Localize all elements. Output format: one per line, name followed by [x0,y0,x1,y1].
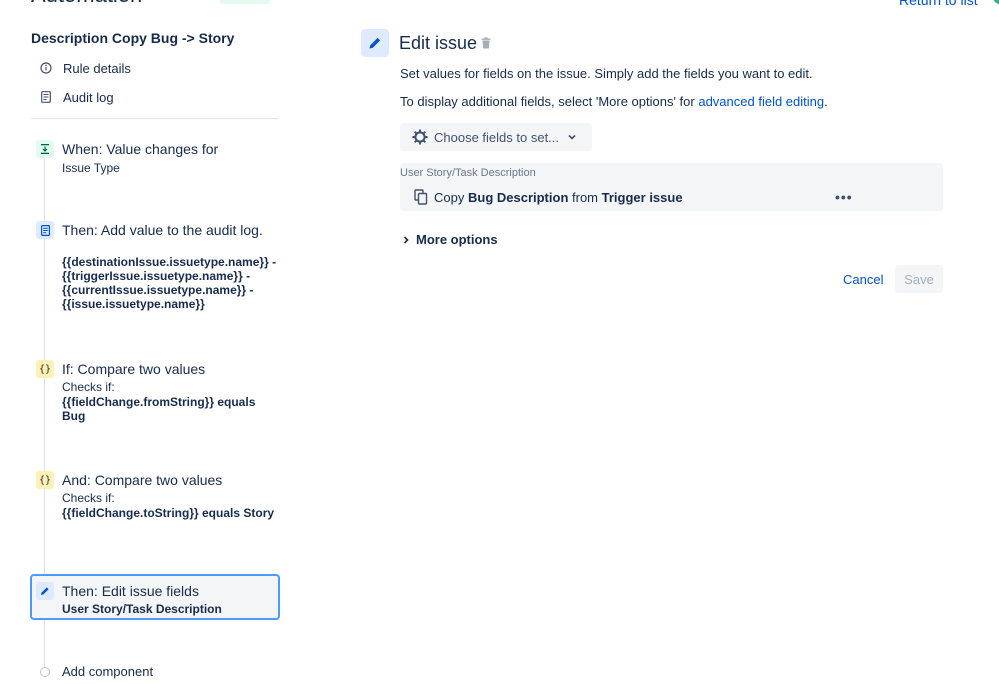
step-condition-from[interactable]: {} If: Compare two values Checks if: {{f… [31,360,280,424]
from-text: from [572,189,599,205]
braces-icon: {} [36,360,54,378]
advanced-suffix: . [824,94,828,109]
audit-log-label: Audit log [63,89,114,105]
step-audit-log[interactable]: Then: Add value to the audit log. {{dest… [31,221,280,313]
step-title: If: Compare two values [62,361,206,377]
step-title: When: Value changes for [62,141,219,157]
step-trigger[interactable]: When: Value changes for Issue Type [31,140,280,180]
rule-name: Description Copy Bug -> Story [31,30,235,46]
step-subtitle: Checks if: [62,380,115,394]
info-icon [40,62,52,74]
step-title: Then: Edit issue fields [62,583,199,599]
choose-fields-dropdown[interactable]: Choose fields to set... [400,123,592,151]
field-value: Copy Bug Description from Trigger issue [414,189,683,205]
trash-icon[interactable] [480,36,492,50]
step-subtitle: Checks if: [62,491,115,505]
step-value: {{fieldChange.fromString}} equals Bug [62,395,256,423]
more-options-toggle[interactable]: More options [402,232,498,247]
more-actions-icon[interactable]: ••• [835,189,853,205]
chevron-right-icon [402,235,410,245]
add-component-button[interactable]: Add component [40,664,153,679]
step-title: Then: Add value to the audit log. [62,222,263,238]
rule-details-link[interactable]: Rule details [40,58,131,78]
rule-details-label: Rule details [63,60,131,76]
step-subtitle: Issue Type [62,161,120,175]
copy-icon [414,189,428,205]
source-issue: Trigger issue [601,189,683,205]
pencil-icon [36,582,54,600]
panel-description-advanced: To display additional fields, select 'Mo… [400,94,828,109]
step-value: {{destinationIssue.issuetype.name}} - {{… [62,255,277,311]
advanced-prefix: To display additional fields, select 'Mo… [400,94,699,109]
add-component-label: Add component [62,664,154,679]
help-icon[interactable] [993,0,999,4]
braces-icon: {} [36,471,54,489]
audit-log-icon [36,221,54,239]
panel-description: Set values for fields on the issue. Simp… [400,66,813,81]
step-value: {{fieldChange.toString}} equals Story [62,506,275,520]
document-icon [40,91,52,103]
return-to-list-link[interactable]: Return to list [899,0,978,8]
step-condition-to[interactable]: {} And: Compare two values Checks if: {{… [31,471,280,535]
step-value: User Story/Task Description [62,602,222,616]
save-button[interactable]: Save [895,265,943,293]
field-label: User Story/Task Description [400,167,536,179]
chevron-down-icon [567,132,577,142]
audit-log-link[interactable]: Audit log [40,87,114,107]
more-options-label: More options [416,232,498,247]
status-badge [220,0,270,4]
add-component-dot-icon [40,666,50,677]
source-field: Bug Description [467,189,569,205]
gear-icon [412,129,428,145]
step-title: And: Compare two values [62,472,223,488]
step-edit-issue[interactable]: Then: Edit issue fields User Story/Task … [31,582,280,618]
pencil-icon [361,29,389,57]
choose-fields-label: Choose fields to set... [434,129,560,145]
copy-text: Copy [434,189,465,205]
advanced-field-editing-link[interactable]: advanced field editing [698,94,824,109]
panel-title: Edit issue [399,33,478,53]
cancel-button[interactable]: Cancel [836,265,890,293]
field-row-user-story-description[interactable]: User Story/Task Description Copy Bug Des… [400,163,943,211]
page-title: Automation [31,0,142,8]
value-change-icon [36,140,54,158]
sidebar-divider [31,118,279,119]
